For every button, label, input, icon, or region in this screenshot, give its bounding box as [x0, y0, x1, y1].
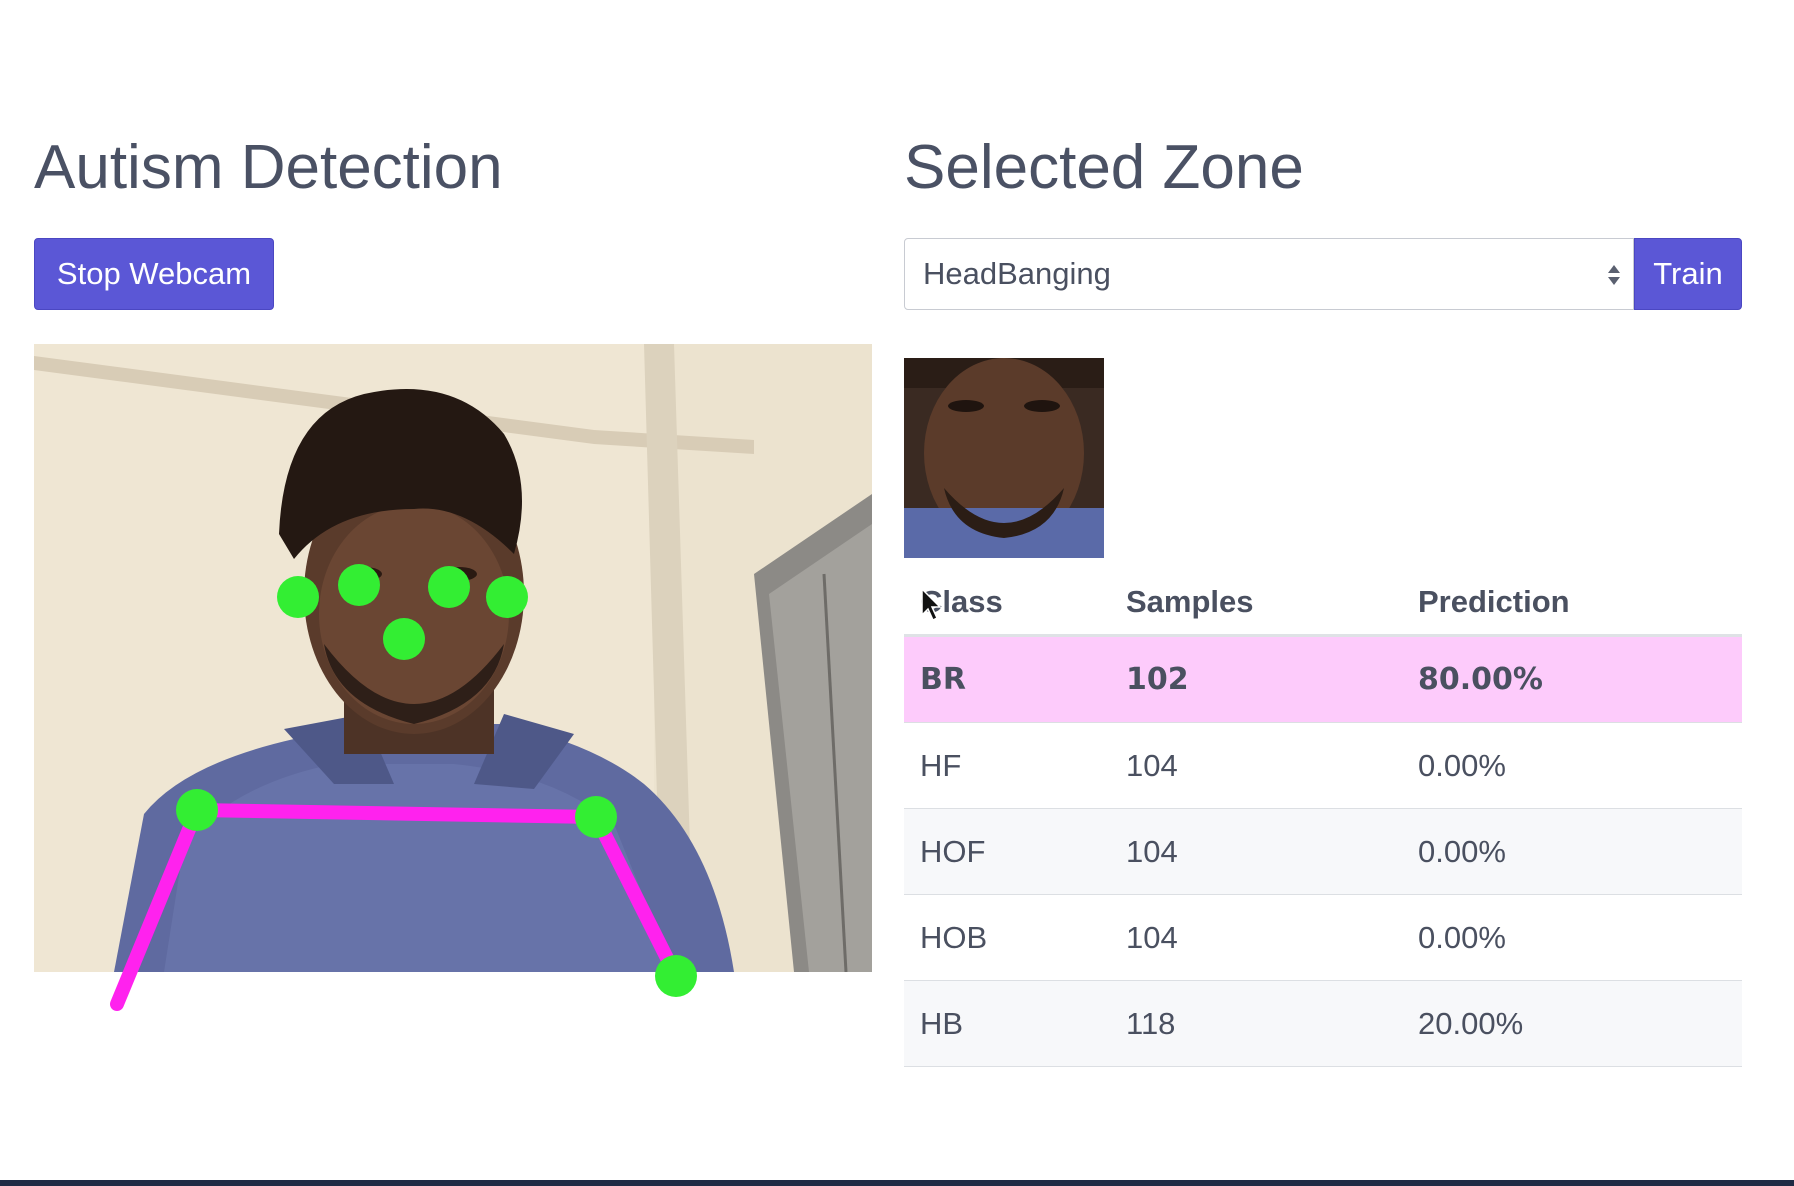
cell-samples: 104: [1110, 894, 1402, 981]
keypoint-left-shoulder: [176, 789, 218, 831]
table-row: HOF 104 0.00%: [904, 808, 1742, 895]
cell-prediction: 0.00%: [1402, 808, 1742, 895]
window-bottom-edge: [0, 1180, 1794, 1186]
cell-class: HB: [904, 980, 1110, 1067]
header-prediction: Prediction: [1402, 570, 1742, 637]
cell-class: BR: [904, 635, 1110, 723]
table-row: HB 118 20.00%: [904, 980, 1742, 1067]
cell-class: HOF: [904, 808, 1110, 895]
keypoint-right-eye: [428, 566, 470, 608]
cell-prediction: 80.00%: [1402, 635, 1742, 723]
cell-class: HF: [904, 722, 1110, 809]
zone-thumbnail: [904, 358, 1104, 558]
skeleton-shoulders: [190, 803, 603, 824]
skeleton-right-arm: [589, 810, 683, 983]
cell-samples: 102: [1110, 635, 1402, 723]
table-row: BR 102 80.00%: [904, 635, 1742, 723]
keypoint-right-ear: [486, 576, 528, 618]
header-samples: Samples: [1110, 570, 1402, 637]
cell-prediction: 0.00%: [1402, 894, 1742, 981]
keypoint-right-elbow: [655, 955, 697, 997]
table-row: HOB 104 0.00%: [904, 894, 1742, 981]
stop-webcam-button[interactable]: Stop Webcam: [34, 238, 274, 310]
mouse-cursor-icon: [921, 587, 942, 622]
cell-class: HOB: [904, 894, 1110, 981]
keypoint-nose: [383, 618, 425, 660]
zone-title: Selected Zone: [904, 133, 1304, 202]
keypoint-left-ear: [277, 576, 319, 618]
page-title: Autism Detection: [34, 133, 503, 202]
cell-prediction: 20.00%: [1402, 980, 1742, 1067]
pose-overlay: [110, 564, 697, 1011]
prediction-table: Class Samples Prediction BR 102 80.00% H…: [904, 570, 1742, 1067]
cell-prediction: 0.00%: [1402, 722, 1742, 809]
select-arrows-icon: [1608, 265, 1620, 285]
table-row: HF 104 0.00%: [904, 722, 1742, 809]
zone-select-value: HeadBanging: [923, 256, 1111, 291]
train-button[interactable]: Train: [1634, 238, 1742, 310]
table-header-row: Class Samples Prediction: [904, 570, 1742, 637]
skeleton-left-arm: [110, 803, 204, 1011]
cell-samples: 104: [1110, 808, 1402, 895]
cell-samples: 104: [1110, 722, 1402, 809]
keypoint-left-eye: [338, 564, 380, 606]
keypoint-right-shoulder: [575, 796, 617, 838]
cell-samples: 118: [1110, 980, 1402, 1067]
zone-select[interactable]: HeadBanging: [904, 238, 1634, 310]
